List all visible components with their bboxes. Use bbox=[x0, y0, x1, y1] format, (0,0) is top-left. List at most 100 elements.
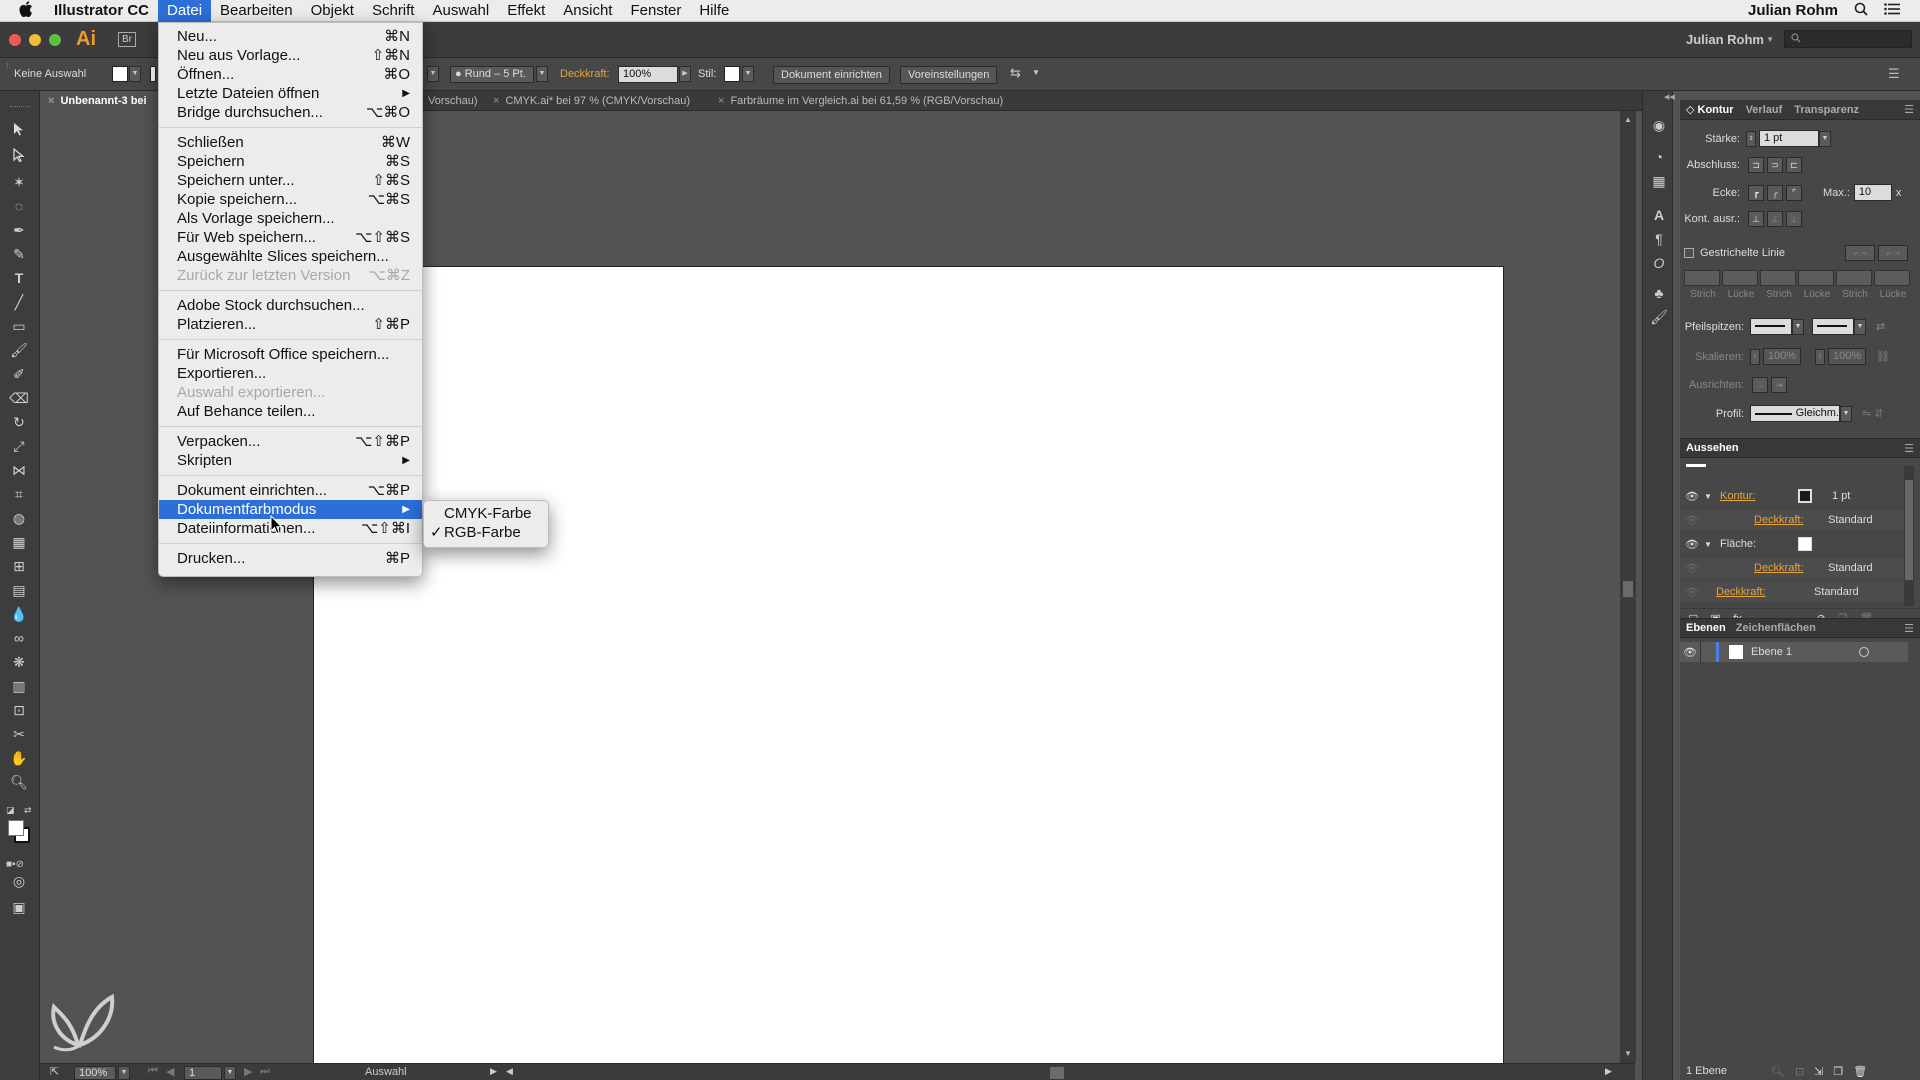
first-artboard-icon[interactable]: ⏮ bbox=[148, 1065, 158, 1078]
appearance-row-fill-opacity[interactable]: 👁 Deckkraft: Standard bbox=[1680, 558, 1908, 578]
perspective-grid-tool-icon[interactable]: ▦ bbox=[8, 532, 30, 552]
preferences-button[interactable]: Voreinstellungen bbox=[900, 66, 998, 84]
lasso-tool-icon[interactable]: ◌ bbox=[8, 196, 30, 216]
artboard-tool-icon[interactable]: ⊡ bbox=[8, 700, 30, 720]
character-panel-icon[interactable]: A bbox=[1649, 205, 1669, 225]
shaper-tool-icon[interactable]: ✐ bbox=[8, 364, 30, 384]
stroke-color-swatch[interactable] bbox=[1798, 489, 1812, 503]
close-window-icon[interactable] bbox=[9, 34, 21, 46]
menu-item-bridge-durchsuchen[interactable]: Bridge durchsuchen... ⌥⌘O bbox=[159, 103, 422, 122]
scroll-right-icon[interactable]: ▶ bbox=[1605, 1066, 1612, 1077]
fill-color-box[interactable] bbox=[8, 820, 24, 836]
notification-list-icon[interactable] bbox=[1884, 2, 1900, 19]
arrow-start-select[interactable] bbox=[1750, 318, 1792, 335]
default-colors-icon[interactable]: ◪ bbox=[6, 805, 15, 816]
menu-fenster[interactable]: Fenster bbox=[621, 0, 690, 22]
swap-colors-icon[interactable]: ⇄ bbox=[24, 805, 32, 816]
eyedropper-tool-icon[interactable]: 💧 bbox=[8, 604, 30, 624]
appearance-flaeche-label[interactable]: Fläche: bbox=[1720, 538, 1798, 550]
arrange-dropdown-icon[interactable]: ▼ bbox=[1032, 68, 1040, 77]
account-chevron-down-icon[interactable]: ▼ bbox=[1766, 35, 1774, 44]
menu-bearbeiten[interactable]: Bearbeiten bbox=[211, 0, 302, 22]
submenu-cmyk-farbe[interactable]: CMYK-Farbe bbox=[424, 504, 548, 523]
new-layer-icon[interactable]: ❐ bbox=[1833, 1065, 1843, 1078]
menu-item-platzieren[interactable]: Platzieren... ⇧⌘P bbox=[159, 315, 422, 334]
menu-auswahl[interactable]: Auswahl bbox=[423, 0, 498, 22]
artboard[interactable] bbox=[313, 266, 1504, 1080]
visibility-eye-icon[interactable]: 👁 bbox=[1680, 490, 1704, 503]
dash-3-input[interactable] bbox=[1836, 270, 1872, 286]
appearance-row-stroke-opacity[interactable]: 👁 Deckkraft: Standard bbox=[1680, 510, 1908, 530]
visibility-eye-icon[interactable]: 👁 bbox=[1680, 586, 1704, 599]
staerke-stepper-icon[interactable]: ⇕ bbox=[1746, 130, 1756, 147]
slice-tool-icon[interactable]: ✂ bbox=[8, 724, 30, 744]
menu-item-kopie-speichern[interactable]: Kopie speichern... ⌥⌘S bbox=[159, 190, 422, 209]
close-tab-icon[interactable]: × bbox=[493, 95, 499, 107]
delete-layer-icon[interactable]: 🗑 bbox=[1853, 1065, 1867, 1078]
zoom-window-icon[interactable] bbox=[49, 34, 61, 46]
opacity-label[interactable]: Deckkraft: bbox=[560, 68, 610, 80]
status-menu-arrow-icon[interactable]: ▶ bbox=[490, 1066, 497, 1077]
eraser-tool-icon[interactable]: ⌫ bbox=[8, 388, 30, 408]
appearance-row-object-opacity[interactable]: 👁 Deckkraft: Standard bbox=[1680, 582, 1908, 602]
brushes-panel-icon[interactable]: 🖌 bbox=[1649, 307, 1669, 327]
opacity-arrow-icon[interactable]: ▶ bbox=[679, 66, 691, 82]
scale-start-stepper-icon[interactable]: ⇕ bbox=[1750, 348, 1760, 365]
menu-item-exportieren[interactable]: Exportieren... bbox=[159, 364, 422, 383]
menu-item-drucken[interactable]: Drucken... ⌘P bbox=[159, 549, 422, 568]
zoom-tool-icon[interactable]: 🔍︎ bbox=[8, 772, 30, 792]
menu-item-dateiinformationen[interactable]: Dateiinformationen... ⌥⇧⌘I bbox=[159, 519, 422, 538]
arrow-align-end-icon[interactable]: ⇥ bbox=[1771, 377, 1787, 393]
width-profile-select[interactable]: Gleichm. bbox=[1750, 405, 1840, 422]
align-outside-stroke-icon[interactable]: ⊥ bbox=[1786, 211, 1802, 227]
appearance-scrollbar[interactable] bbox=[1904, 466, 1914, 606]
fill-color-swatch[interactable] bbox=[1798, 537, 1812, 551]
hand-tool-icon[interactable]: ✋ bbox=[8, 748, 30, 768]
visibility-eye-icon[interactable]: 👁 bbox=[1680, 646, 1700, 659]
scroll-down-icon[interactable]: ▼ bbox=[1624, 1049, 1632, 1058]
flip-profile-icon[interactable]: ⇋ ⇵ bbox=[1862, 407, 1884, 420]
column-graph-tool-icon[interactable]: ▥ bbox=[8, 676, 30, 696]
appearance-scroll-thumb[interactable] bbox=[1905, 480, 1913, 580]
visibility-eye-icon[interactable]: 👁 bbox=[1680, 538, 1704, 551]
menu-item-ausgewählte-slices-speichern[interactable]: Ausgewählte Slices speichern... bbox=[159, 247, 422, 266]
scale-tool-icon[interactable]: ⤢ bbox=[8, 436, 30, 456]
staerke-input[interactable]: 1 pt bbox=[1759, 130, 1819, 147]
collapse-panels-icon[interactable]: ◀◀ bbox=[1664, 93, 1675, 101]
status-mode-label[interactable]: Auswahl bbox=[365, 1066, 407, 1078]
magic-wand-tool-icon[interactable]: ✶ bbox=[8, 172, 30, 192]
scroll-up-icon[interactable]: ▲ bbox=[1624, 115, 1632, 124]
type-tool-icon[interactable]: T bbox=[8, 268, 30, 288]
fill-swatch[interactable] bbox=[112, 66, 128, 82]
account-user[interactable]: Julian Rohm bbox=[1686, 32, 1764, 47]
menu-effekt[interactable]: Effekt bbox=[498, 0, 554, 22]
tab-transparenz[interactable]: Transparenz bbox=[1788, 104, 1865, 116]
screen-mode-icon[interactable]: ▣ bbox=[8, 897, 30, 917]
expand-triangle-icon[interactable]: ▼ bbox=[1704, 540, 1716, 549]
tab-zeichenflaechen[interactable]: Zeichenflächen bbox=[1726, 622, 1816, 634]
line-tool-icon[interactable]: ╱ bbox=[8, 292, 30, 312]
document-setup-button[interactable]: Dokument einrichten bbox=[773, 66, 890, 84]
zoom-level-input[interactable]: 100% bbox=[74, 1066, 116, 1080]
tab-previous-doc[interactable]: Vorschau) bbox=[420, 91, 478, 111]
cap-square-icon[interactable]: ⊏ bbox=[1786, 157, 1802, 173]
tab-cmyk[interactable]: × CMYK.ai* bei 97 % (CMYK/Vorschau) bbox=[485, 91, 690, 111]
color-guide-panel-icon[interactable]: ◉ bbox=[1649, 115, 1669, 135]
menubar-user[interactable]: Julian Rohm bbox=[1748, 2, 1838, 19]
staerke-dropdown-icon[interactable]: ▼ bbox=[1819, 130, 1831, 147]
scroll-left-icon[interactable]: ◀ bbox=[506, 1066, 513, 1077]
shape-builder-tool-icon[interactable]: ◍ bbox=[8, 508, 30, 528]
rotate-tool-icon[interactable]: ↻ bbox=[8, 412, 30, 432]
selection-tool-icon[interactable] bbox=[8, 121, 30, 141]
arrange-documents-icon[interactable]: ⇆ bbox=[1010, 65, 1021, 81]
visibility-eye-icon[interactable]: 👁 bbox=[1680, 514, 1704, 527]
dash-preserve-icon[interactable]: ⌐ ¬ bbox=[1845, 245, 1875, 261]
link-scale-icon[interactable]: ⛓ bbox=[1876, 350, 1890, 363]
locate-object-icon[interactable]: 🔍︎ bbox=[1771, 1065, 1785, 1078]
bridge-button[interactable]: Br bbox=[118, 32, 136, 47]
app-menu[interactable]: Illustrator CC bbox=[52, 2, 158, 19]
dashed-line-checkbox[interactable] bbox=[1684, 248, 1694, 258]
dash-align-icon[interactable]: ⌐ ¬ bbox=[1878, 245, 1908, 261]
width-tool-icon[interactable]: ⋈ bbox=[8, 460, 30, 480]
control-panel-menu-icon[interactable]: ☰ bbox=[1888, 66, 1900, 82]
